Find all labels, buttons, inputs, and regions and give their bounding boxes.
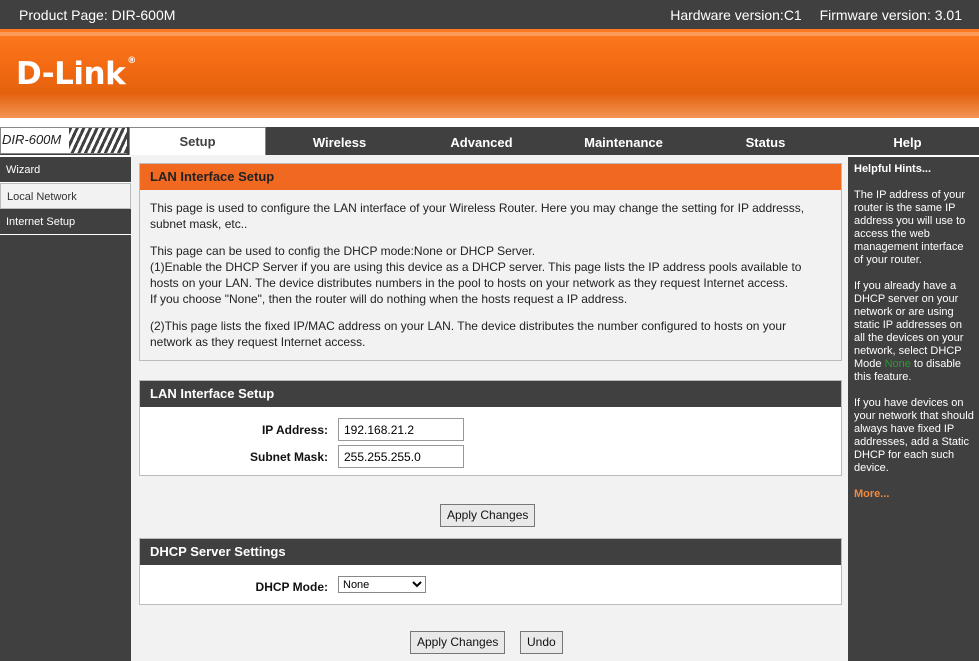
subnet-mask-input[interactable] <box>338 445 464 468</box>
dhcp-mode-row: DHCP Mode: None <box>140 573 841 600</box>
helpful-hints-panel: Helpful Hints... The IP address of your … <box>848 155 979 661</box>
model-badge: DIR-600M <box>0 127 127 154</box>
product-page-label: Product Page: DIR-600M <box>19 7 176 23</box>
top-bar: Product Page: DIR-600M Hardware version:… <box>0 0 979 29</box>
intro-section: LAN Interface Setup This page is used to… <box>139 163 842 361</box>
tab-advanced[interactable]: Advanced <box>413 129 550 153</box>
intro-description: This page is used to configure the LAN i… <box>140 190 841 360</box>
dhcp-mode-select[interactable]: None <box>338 576 426 593</box>
more-hints-link[interactable]: More... <box>854 488 974 501</box>
main-content: LAN Interface Setup This page is used to… <box>131 155 848 661</box>
intro-paragraph: (2)This page lists the fixed IP/MAC addr… <box>150 319 787 349</box>
subnet-mask-row: Subnet Mask: <box>140 443 841 470</box>
version-info: Hardware version:C1 Firmware version: 3.… <box>656 7 962 23</box>
brand-banner: D-Link ® <box>0 29 979 121</box>
hint-highlight-none: None <box>884 358 911 370</box>
intro-paragraph: This page is used to configure the LAN i… <box>150 201 805 231</box>
intro-title: LAN Interface Setup <box>140 164 841 190</box>
dhcp-mode-label: DHCP Mode: <box>255 580 328 594</box>
lan-settings-title: LAN Interface Setup <box>140 381 841 407</box>
ip-address-label: IP Address: <box>261 423 328 437</box>
hint-paragraph: If you have devices on your network that… <box>854 397 974 474</box>
ip-address-input[interactable] <box>338 418 464 441</box>
hints-title: Helpful Hints... <box>854 163 931 175</box>
dhcp-settings-title: DHCP Server Settings <box>140 539 841 565</box>
tab-setup[interactable]: Setup <box>129 127 266 155</box>
tab-wireless[interactable]: Wireless <box>271 129 408 153</box>
sidebar-item-wizard[interactable]: Wizard <box>0 157 131 183</box>
subnet-mask-label: Subnet Mask: <box>249 450 328 464</box>
sidebar: Wizard Local Network Internet Setup <box>0 155 131 661</box>
hatch-decoration <box>69 128 127 153</box>
hint-paragraph: If you already have a DHCP server on you… <box>854 280 964 383</box>
firmware-version: Firmware version: 3.01 <box>819 7 962 23</box>
sidebar-item-local-network[interactable]: Local Network <box>0 183 131 209</box>
intro-paragraph: This page can be used to config the DHCP… <box>150 244 802 306</box>
dhcp-apply-changes-button[interactable]: Apply Changes <box>410 631 506 654</box>
sidebar-item-internet-setup[interactable]: Internet Setup <box>0 209 131 235</box>
ip-address-row: IP Address: <box>140 416 841 443</box>
tab-status[interactable]: Status <box>697 129 834 153</box>
main-tabs: Setup Wireless Advanced Maintenance Stat… <box>129 127 979 155</box>
undo-button[interactable]: Undo <box>520 631 563 654</box>
dlink-logo: D-Link ® <box>16 56 136 92</box>
hardware-version: Hardware version:C1 <box>670 7 802 23</box>
lan-apply-changes-button[interactable]: Apply Changes <box>440 504 536 527</box>
lan-settings-section: LAN Interface Setup IP Address: Subnet M… <box>139 380 842 476</box>
model-name: DIR-600M <box>2 132 62 147</box>
hint-paragraph: The IP address of your router is the sam… <box>854 189 966 266</box>
dhcp-settings-section: DHCP Server Settings DHCP Mode: None <box>139 538 842 605</box>
tab-help[interactable]: Help <box>839 129 976 153</box>
tab-maintenance[interactable]: Maintenance <box>555 129 692 153</box>
